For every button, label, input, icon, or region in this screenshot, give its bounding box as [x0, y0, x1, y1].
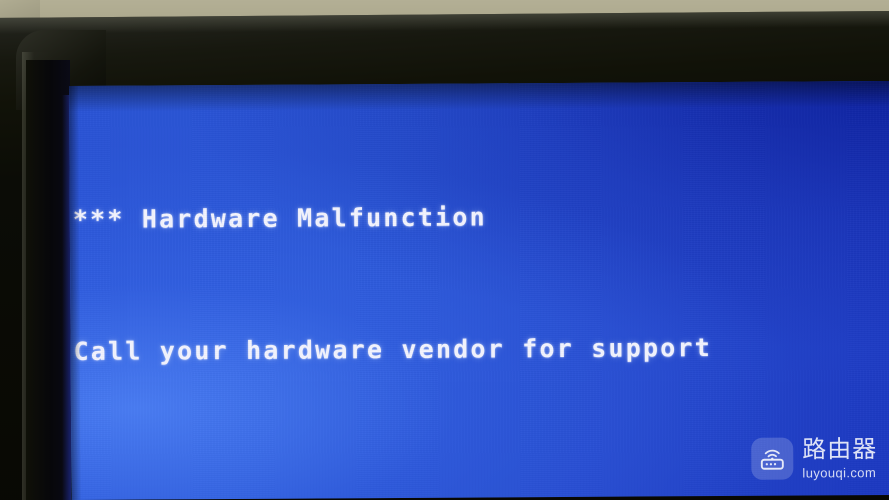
console-line-2: Call your hardware vendor for support [73, 333, 712, 366]
monitor-photo: *** Hardware Malfunction Call your hardw… [0, 0, 889, 500]
console-line-3 [74, 457, 884, 500]
console-line-1: *** Hardware Malfunction [72, 202, 487, 234]
bios-halt-message: *** Hardware Malfunction Call your hardw… [72, 105, 886, 500]
monitor-screen: *** Hardware Malfunction Call your hardw… [69, 80, 889, 500]
